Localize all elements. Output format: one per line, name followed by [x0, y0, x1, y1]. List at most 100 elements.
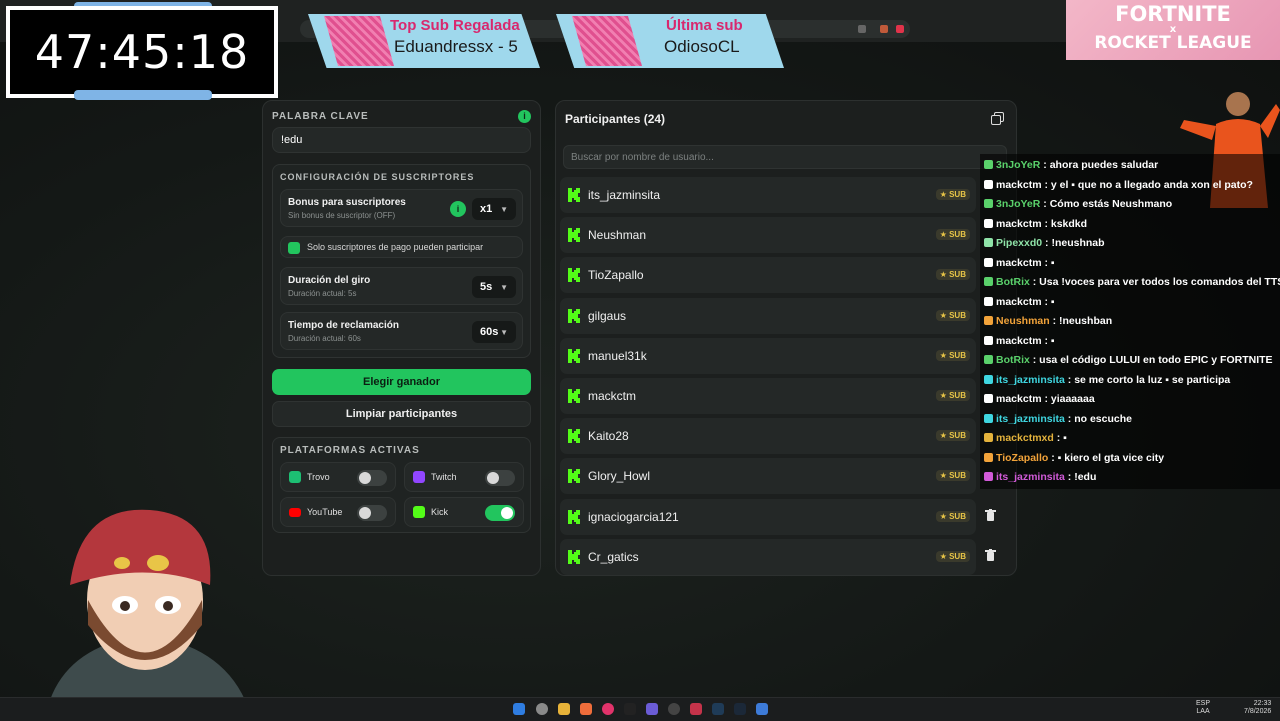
- zoom-icon[interactable]: [858, 25, 866, 33]
- chat-text: : Usa !voces para ver todos los comandos…: [1032, 276, 1280, 288]
- sub-badge: ★ SUB: [935, 350, 970, 361]
- chat-username[interactable]: its_jazminsita: [996, 471, 1065, 483]
- language-indicator[interactable]: ESP LAA: [1196, 700, 1210, 716]
- participant-row[interactable]: its_jazminsita ★ SUB: [560, 177, 976, 213]
- participant-row[interactable]: manuel31k ★ SUB: [560, 338, 976, 374]
- claim-time-select[interactable]: 60s ▼: [472, 321, 516, 343]
- participant-search-input[interactable]: Buscar por nombre de usuario...: [563, 145, 1007, 169]
- chat-username[interactable]: mackctm: [996, 257, 1042, 269]
- kick-icon: [568, 309, 580, 323]
- banner-value: Eduandressx - 5: [394, 37, 518, 56]
- steam-icon[interactable]: [734, 703, 746, 715]
- trash-icon[interactable]: [982, 509, 998, 525]
- trovo-toggle[interactable]: [357, 470, 387, 486]
- chat-username[interactable]: mackctmxd: [996, 432, 1054, 444]
- chevron-down-icon: ▼: [500, 204, 508, 214]
- chat-username[interactable]: BotRix: [996, 276, 1030, 288]
- chat-text: : ▪: [1056, 432, 1067, 444]
- chat-text: : usa el código LULUI en todo EPIC y FOR…: [1032, 354, 1273, 366]
- start-icon[interactable]: [513, 703, 525, 715]
- chat-username[interactable]: its_jazminsita: [996, 374, 1065, 386]
- platform-name: Trovo: [307, 472, 330, 482]
- chat-text: : ▪ kiero el gta vice city: [1051, 452, 1165, 464]
- participant-row[interactable]: ignaciogarcia121 ★ SUB: [560, 499, 976, 535]
- clear-participants-button[interactable]: Limpiar participantes: [272, 401, 531, 427]
- chat-message: mackctm : y el ▪ que no a llegado anda x…: [984, 179, 1253, 191]
- participant-name: ignaciogarcia121: [588, 510, 679, 524]
- kick-icon: [568, 268, 580, 282]
- app-icon[interactable]: [624, 703, 636, 715]
- participant-row[interactable]: Kaito28 ★ SUB: [560, 418, 976, 454]
- stream-timer: 47:45:18: [6, 6, 278, 98]
- chat-message: Neushman : !neushban: [984, 315, 1112, 327]
- chat-text: : ▪: [1044, 257, 1055, 269]
- chat-badge-icon: [984, 180, 993, 189]
- twitch-toggle[interactable]: [485, 470, 515, 486]
- sub-badge: ★ SUB: [935, 189, 970, 200]
- chat-text: : ▪: [1044, 335, 1055, 347]
- media-player-icon[interactable]: [602, 703, 614, 715]
- kick-icon: [568, 188, 580, 202]
- chat-username[interactable]: TioZapallo: [996, 452, 1048, 464]
- chat-badge-icon: [984, 375, 993, 384]
- youtube-toggle[interactable]: [357, 505, 387, 521]
- sub-badge: ★ SUB: [935, 551, 970, 562]
- chat-badge-icon: [984, 453, 993, 462]
- participant-row[interactable]: gilgaus ★ SUB: [560, 298, 976, 334]
- keyword-input[interactable]: !edu: [272, 127, 531, 153]
- chat-text: : no escuche: [1067, 413, 1132, 425]
- info-icon[interactable]: i: [518, 110, 531, 123]
- trovo-icon: [289, 471, 301, 483]
- chat-username[interactable]: mackctm: [996, 179, 1042, 191]
- paid-subs-only-checkbox[interactable]: [288, 242, 300, 254]
- chat-username[interactable]: mackctm: [996, 218, 1042, 230]
- participant-row[interactable]: Glory_Howl ★ SUB: [560, 458, 976, 494]
- participant-name: Cr_gatics: [588, 550, 639, 564]
- chat-username[interactable]: 3nJoYeR: [996, 159, 1040, 171]
- chat-username[interactable]: BotRix: [996, 354, 1030, 366]
- chat-username[interactable]: Pipexxd0: [996, 237, 1042, 249]
- participant-name: TioZapallo: [588, 268, 644, 282]
- participant-row[interactable]: TioZapallo ★ SUB: [560, 257, 976, 293]
- obs-icon[interactable]: [668, 703, 680, 715]
- paid-subs-only-option[interactable]: Solo suscriptores de pago pueden partici…: [280, 236, 523, 258]
- info-icon[interactable]: i: [450, 201, 466, 217]
- chat-message: its_jazminsita : no escuche: [984, 413, 1132, 425]
- app-icon[interactable]: [712, 703, 724, 715]
- app-icon[interactable]: [756, 703, 768, 715]
- chat-username[interactable]: mackctm: [996, 335, 1042, 347]
- chat-username[interactable]: its_jazminsita: [996, 413, 1065, 425]
- chat-username[interactable]: 3nJoYeR: [996, 198, 1040, 210]
- chat-username[interactable]: Neushman: [996, 315, 1050, 327]
- app-icon[interactable]: [690, 703, 702, 715]
- platform-name: YouTube: [307, 507, 343, 517]
- file-explorer-icon[interactable]: [558, 703, 570, 715]
- copy-icon[interactable]: [991, 112, 1004, 125]
- brave-browser-icon[interactable]: [580, 703, 592, 715]
- system-clock[interactable]: 22:33 7/8/2026: [1244, 700, 1271, 716]
- discord-icon[interactable]: [646, 703, 658, 715]
- platform-trovo: Trovo: [280, 462, 396, 492]
- chat-username[interactable]: mackctm: [996, 393, 1042, 405]
- kick-icon: [568, 349, 580, 363]
- kick-toggle[interactable]: [485, 505, 515, 521]
- extension-icon[interactable]: [896, 25, 904, 33]
- participant-row[interactable]: mackctm ★ SUB: [560, 378, 976, 414]
- extension-icon[interactable]: [880, 25, 888, 33]
- search-icon[interactable]: [536, 703, 548, 715]
- chat-username[interactable]: mackctm: [996, 296, 1042, 308]
- participant-name: its_jazminsita: [588, 188, 661, 202]
- kick-icon: [568, 429, 580, 443]
- chat-text: : ahora puedes saludar: [1043, 159, 1159, 171]
- participant-row[interactable]: Neushman ★ SUB: [560, 217, 976, 253]
- participant-row[interactable]: Cr_gatics ★ SUB: [560, 539, 976, 575]
- spin-duration-select[interactable]: 5s ▼: [472, 276, 516, 298]
- pick-winner-button[interactable]: Elegir ganador: [272, 369, 531, 395]
- chevron-down-icon: ▼: [500, 327, 508, 337]
- kick-icon: [568, 469, 580, 483]
- sub-badge: ★ SUB: [935, 229, 970, 240]
- logo-line1: FORTNITE: [1115, 2, 1231, 26]
- trash-icon[interactable]: [982, 549, 998, 565]
- bonus-multiplier-select[interactable]: x1 ▼: [472, 198, 516, 220]
- chat-text: : Cómo estás Neushmano: [1043, 198, 1173, 210]
